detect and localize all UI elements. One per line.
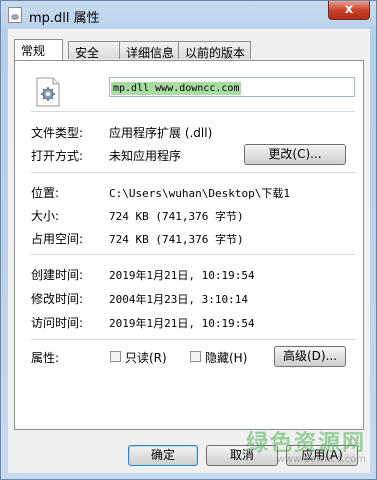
file-type-value: 应用程序扩展 (.dll): [109, 126, 213, 140]
attributes-label: 属性:: [31, 351, 60, 365]
accessed-value: 2019年1月21日, 10:19:54: [109, 317, 255, 330]
readonly-checkbox[interactable]: [110, 351, 121, 362]
divider: [31, 254, 355, 255]
size-value: 724 KB (741,376 字节): [109, 210, 244, 223]
location-label: 位置:: [31, 186, 60, 200]
open-with-value: 未知应用程序: [109, 149, 182, 163]
size-on-disk-value: 724 KB (741,376 字节): [109, 233, 244, 246]
dll-gear-file-icon: [36, 77, 60, 107]
size-on-disk-label: 占用空间:: [31, 232, 84, 246]
general-tab-panel: mp.dll www.downcc.com 文件类型: 应用程序扩展 (.dll…: [14, 60, 364, 430]
dialog-client-area: 常规 安全 详细信息 以前的版本 mp.dll www.downcc.com 文…: [8, 29, 370, 473]
tab-details[interactable]: 详细信息: [119, 41, 179, 60]
size-label: 大小:: [31, 209, 60, 223]
modified-label: 修改时间:: [31, 292, 84, 306]
modified-value: 2004年1月23日, 3:10:14: [109, 293, 248, 306]
tab-general[interactable]: 常规: [14, 39, 63, 60]
ok-button[interactable]: 确定: [128, 445, 198, 466]
location-value: C:\Users\wuhan\Desktop\下载1: [109, 187, 290, 200]
open-with-label: 打开方式:: [31, 149, 84, 163]
file-name-value: mp.dll www.downcc.com: [111, 82, 242, 95]
created-value: 2019年1月21日, 10:19:54: [109, 269, 255, 282]
divider: [31, 339, 355, 340]
tab-previous-versions[interactable]: 以前的版本: [178, 41, 251, 60]
close-button[interactable]: x: [328, 1, 370, 20]
accessed-label: 访问时间:: [31, 316, 84, 330]
hidden-label[interactable]: 隐藏(H): [205, 349, 247, 366]
readonly-label[interactable]: 只读(R): [125, 349, 167, 366]
change-button[interactable]: 更改(C)...: [244, 144, 346, 165]
cancel-button[interactable]: 取消: [206, 445, 278, 466]
title-bar[interactable]: mp.dll 属性 x: [1, 1, 376, 29]
file-type-label: 文件类型:: [31, 126, 84, 140]
hidden-checkbox[interactable]: [190, 351, 201, 362]
file-name-field[interactable]: mp.dll www.downcc.com: [109, 77, 355, 97]
window-title: mp.dll 属性: [29, 11, 100, 26]
apply-button[interactable]: 应用(A): [286, 445, 358, 466]
created-label: 创建时间:: [31, 268, 84, 282]
advanced-button[interactable]: 高级(D)...: [274, 346, 346, 367]
properties-window: mp.dll 属性 x 常规 安全 详细信息 以前的版本 mp.dll www.…: [0, 0, 377, 480]
tab-security[interactable]: 安全: [68, 41, 120, 60]
dll-file-icon: [8, 7, 22, 23]
divider: [31, 111, 355, 112]
divider: [31, 172, 355, 173]
